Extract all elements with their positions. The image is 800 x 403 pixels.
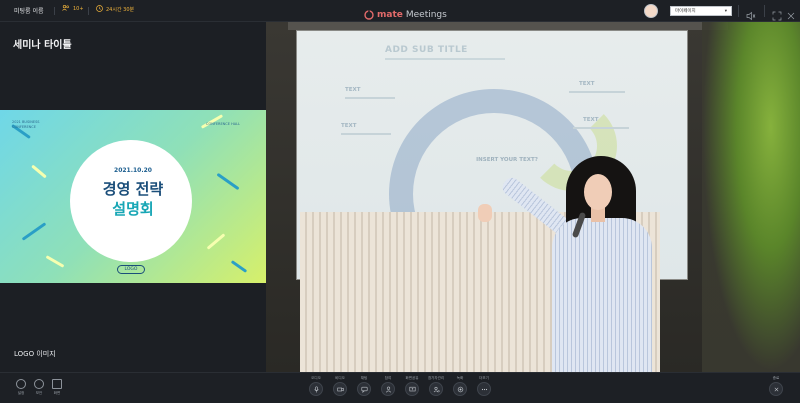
divider [764,5,765,17]
decoration [21,222,47,241]
manage-icon [429,382,443,396]
settings-button[interactable]: 설정 [14,379,28,396]
slide-corner-text: 2021 BUSINESS CONFERENCE [12,120,40,129]
shield-icon [34,379,44,389]
slide-corner-text: CONFERENCE HALL [206,122,240,126]
chat-icon [357,382,371,396]
people-icon [62,4,70,13]
projection-title: ADD SUB TITLE [385,45,468,55]
decoration [45,255,65,268]
participants-button[interactable]: 참여 [378,375,398,402]
manage-participants-button[interactable]: 참가자관리 [426,375,446,402]
speaker-shirt [552,218,652,372]
decoration [230,260,248,273]
grid-icon [52,379,62,389]
meeting-room-name: 미팅룸 이름 [14,8,44,15]
projection-line [341,133,391,135]
microphone-icon [309,382,323,396]
camera-icon [333,382,347,396]
divider [88,7,89,15]
participants-icon [381,382,395,396]
chevron-down-icon: ▾ [724,8,727,14]
projection-line [569,91,625,93]
projection-text: TEXT [341,123,357,129]
layout-button[interactable]: 화면 [50,379,64,396]
record-button[interactable]: 녹화 [450,375,470,402]
divider [738,5,739,17]
share-screen-button[interactable]: 화면공유 [402,375,422,402]
slide-logo: LOGO [117,265,145,274]
fullscreen-icon[interactable] [772,6,782,21]
divider [54,7,55,15]
exit-icon [769,382,783,396]
exit-button[interactable]: 종료 [766,375,786,402]
gear-icon [16,379,26,389]
projection-line [573,127,629,129]
speaker-hand [478,204,492,222]
meeting-timer: 24시간 30분 [96,5,134,14]
more-button[interactable]: 더보기 [474,375,494,402]
speaker-face [584,174,612,210]
slide-headline: 경영 전략 [102,180,164,198]
clock-icon [96,5,103,14]
projection-center-text: INSERT YOUR TEXT? [476,157,538,163]
logo-image-label: LOGO 이미지 [14,350,56,358]
audio-button[interactable]: 오디오 [306,375,326,402]
main-video-stage: ADD SUB TITLE TEXT TEXT TEXT TEXT INSERT… [266,22,800,372]
video-button[interactable]: 비디오 [330,375,350,402]
decoration [206,233,226,250]
slide-subheadline: 설명회 [112,200,154,218]
top-bar: 미팅룸 이름 10+ 24시간 30분 mate Meetings 마이페이지 … [0,0,800,22]
share-screen-icon [405,382,419,396]
seminar-panel: 세미나 타이틀 2021 BUSINESS CONFERENCE CONFERE… [0,22,266,372]
projection-text: TEXT [345,87,361,93]
projection-subline [385,58,505,60]
record-icon [453,382,467,396]
seminar-slide: 2021 BUSINESS CONFERENCE CONFERENCE HALL… [0,110,266,283]
slide-date: 2021.10.20 [114,167,152,174]
avatar[interactable] [644,4,658,18]
speaker-mute-icon[interactable] [746,6,756,21]
plant [702,22,800,372]
security-button[interactable]: 보안 [32,379,46,396]
projection-line [345,97,395,99]
projection-text: TEXT [583,117,599,123]
projector-bar [288,22,728,30]
chat-button[interactable]: 채팅 [354,375,374,402]
projection-text: TEXT [579,81,595,87]
seminar-title: 세미나 타이틀 [13,40,72,51]
user-menu-select[interactable]: 마이페이지 ▾ [670,6,732,16]
more-icon [477,382,491,396]
close-icon[interactable] [786,6,796,20]
bottom-toolbar: 설정 보안 화면 오디오 비디오 채팅 참여 화면공유 참가자관리 녹화 더보기… [0,372,800,403]
participants-count[interactable]: 10+ [62,4,84,13]
